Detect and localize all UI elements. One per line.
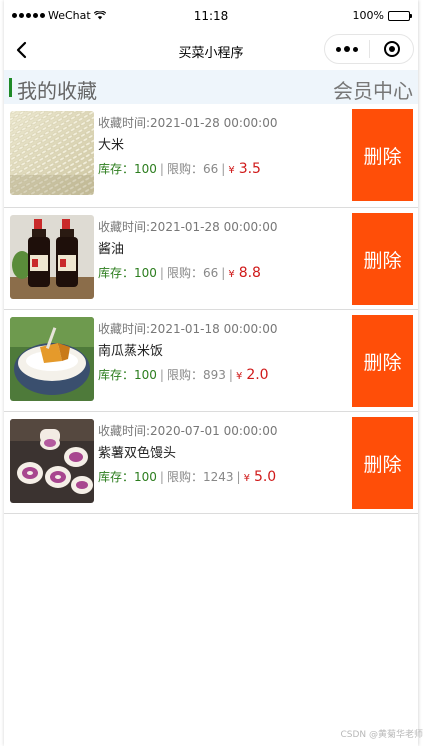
product-name[interactable]: 大米 <box>98 134 124 153</box>
product-meta: 库存：100 | 限购：66 | ¥ 8.8 <box>98 265 261 281</box>
product-name[interactable]: 酱油 <box>98 238 124 257</box>
delete-button[interactable]: 删除 <box>352 109 413 201</box>
fav-time: 收藏时间:2020-07-01 00:00:00 <box>98 424 278 438</box>
watermark: CSDN @黄菊华老师 <box>340 730 423 740</box>
currency-symbol: ¥ <box>243 473 250 484</box>
currency-symbol: ¥ <box>228 165 235 176</box>
page-title: 我的收藏 <box>17 79 97 103</box>
target-circle-icon <box>383 41 400 57</box>
nav-bar: 买菜小程序 <box>4 34 418 68</box>
product-image-soy-sauce[interactable] <box>10 215 94 299</box>
accent-bar <box>9 78 12 97</box>
list-item: 收藏时间:2021-01-28 00:00:00 大米 库存：100 | 限购：… <box>4 104 418 208</box>
delete-button[interactable]: 删除 <box>352 213 413 305</box>
fav-time: 收藏时间:2021-01-28 00:00:00 <box>98 116 278 130</box>
list-item: 收藏时间:2021-01-28 00:00:00 酱油 库存：100 | 限购：… <box>4 208 418 310</box>
list-item: 收藏时间:2020-07-01 00:00:00 紫薯双色馒头 库存：100 |… <box>4 412 418 514</box>
list-item: 收藏时间:2021-01-18 00:00:00 南瓜蒸米饭 库存：100 | … <box>4 310 418 412</box>
status-bar: WeChat 11:18 100% <box>4 0 418 34</box>
battery-icon <box>388 10 412 21</box>
stock-label: 库存：100 <box>98 470 157 484</box>
product-meta: 库存：100 | 限购：893 | ¥ 2.0 <box>98 367 269 383</box>
battery-status: 100% <box>352 9 412 22</box>
stock-label: 库存：100 <box>98 266 157 280</box>
product-meta: 库存：100 | 限购：66 | ¥ 3.5 <box>98 161 261 177</box>
delete-button[interactable]: 删除 <box>352 315 413 407</box>
product-name[interactable]: 紫薯双色馒头 <box>98 442 176 461</box>
favorites-list: 收藏时间:2021-01-28 00:00:00 大米 库存：100 | 限购：… <box>4 104 418 514</box>
fav-time: 收藏时间:2021-01-18 00:00:00 <box>98 322 278 336</box>
stock-label: 库存：100 <box>98 162 157 176</box>
more-dots-icon[interactable] <box>325 35 369 63</box>
vip-center-link[interactable]: 会员中心 <box>333 75 413 104</box>
delete-button[interactable]: 删除 <box>352 417 413 509</box>
limit-label: 限购：893 <box>166 368 226 382</box>
currency-symbol: ¥ <box>235 371 243 382</box>
limit-label: 限购：1243 <box>166 470 234 484</box>
fav-time: 收藏时间:2021-01-28 00:00:00 <box>98 220 278 234</box>
price: 8.8 <box>238 265 261 281</box>
product-image-pumpkin-rice[interactable] <box>10 317 94 401</box>
product-image-rice[interactable] <box>10 111 94 195</box>
price: 2.0 <box>246 367 269 383</box>
phone-frame: WeChat 11:18 100% 买菜小程序 我的收藏 会员中心 收藏时间:2… <box>4 0 418 746</box>
miniprogram-capsule <box>324 34 414 64</box>
currency-symbol: ¥ <box>228 269 235 280</box>
close-miniprogram-button[interactable] <box>370 35 413 63</box>
section-header: 我的收藏 会员中心 <box>4 70 418 104</box>
price: 3.5 <box>238 161 261 177</box>
battery-percent: 100% <box>352 9 384 22</box>
price: 5.0 <box>253 469 277 485</box>
stock-label: 库存：100 <box>98 368 157 382</box>
limit-label: 限购：66 <box>166 266 219 280</box>
product-image-purple-potato-bun[interactable] <box>10 419 94 503</box>
limit-label: 限购：66 <box>166 162 219 176</box>
product-name[interactable]: 南瓜蒸米饭 <box>98 340 163 359</box>
product-meta: 库存：100 | 限购：1243 | ¥ 5.0 <box>98 469 277 485</box>
